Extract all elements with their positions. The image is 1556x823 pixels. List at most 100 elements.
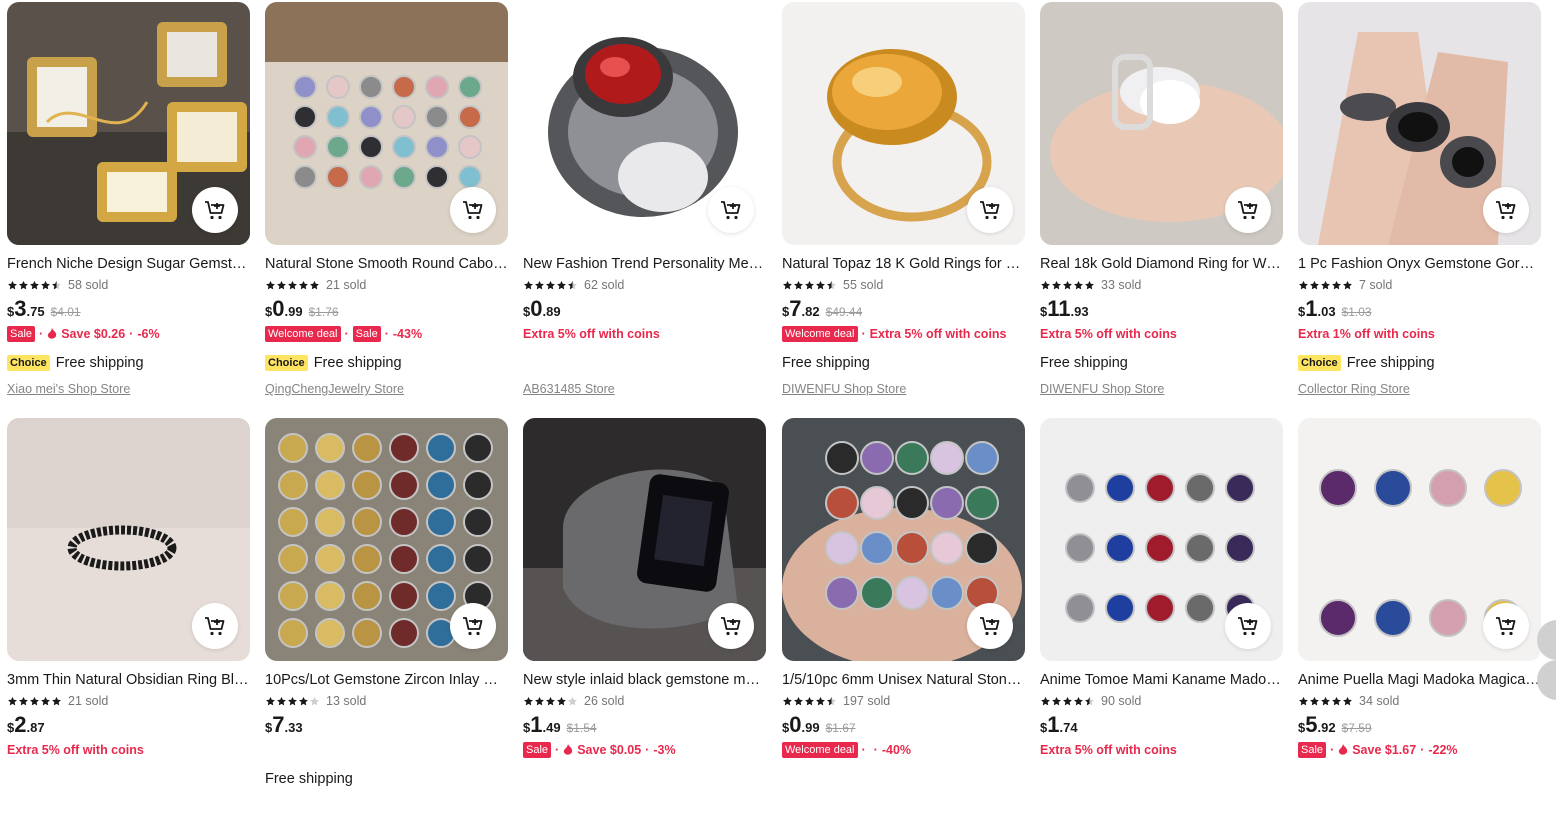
star-icon [1063, 696, 1072, 705]
promo-line: Sale · Save $1.67 · -22% [1298, 741, 1458, 759]
product-image[interactable] [1298, 2, 1541, 245]
sold-count: 21 sold [326, 278, 367, 292]
product-card[interactable]: Anime Puella Magi Madoka Magica Soul Gem… [1298, 418, 1541, 823]
star-rating [265, 696, 320, 707]
promo-line: Extra 1% off with coins [1298, 325, 1435, 343]
product-title[interactable]: Anime Puella Magi Madoka Magica Soul Gem… [1298, 671, 1541, 689]
price-decimal: .99 [801, 720, 820, 735]
product-card[interactable]: 1/5/10pc 6mm Unisex Natural Stone Rings … [782, 418, 1025, 823]
product-card[interactable]: New style inlaid black gemstone men's ri… [523, 418, 766, 823]
add-to-cart-button[interactable] [708, 603, 754, 649]
product-image[interactable] [782, 418, 1025, 661]
price-currency: $ [265, 304, 273, 319]
product-image[interactable] [1298, 418, 1541, 661]
sold-count: 62 sold [584, 278, 625, 292]
product-image[interactable] [1040, 2, 1283, 245]
product-image[interactable] [7, 2, 250, 245]
product-card[interactable]: Anime Tomoe Mami Kaname Madoka Ring Set … [1040, 418, 1283, 823]
product-title[interactable]: Real 18k Gold Diamond Ring for Women [1040, 255, 1283, 273]
add-to-cart-button[interactable] [450, 603, 496, 649]
add-to-cart-button[interactable] [1225, 603, 1271, 649]
promo-line: Sale · Save $0.26 · -6% [7, 325, 160, 343]
flame-icon [564, 744, 573, 755]
save-amount: Save $1.67 [1352, 743, 1417, 757]
product-card[interactable]: 3mm Thin Natural Obsidian Ring Black Bea… [7, 418, 250, 823]
product-card[interactable]: New Fashion Trend Personality Men's Ring… [523, 2, 766, 407]
star-icon [1074, 280, 1083, 289]
product-image[interactable] [265, 2, 508, 245]
price-decimal: .93 [1070, 304, 1089, 319]
product-card[interactable]: Natural Topaz 18 K Gold Rings for Women … [782, 2, 1025, 407]
product-image[interactable] [782, 2, 1025, 245]
price-currency: $ [782, 304, 790, 319]
product-card[interactable]: 10Pcs/Lot Gemstone Zircon Inlay Crystal … [265, 418, 508, 823]
product-title[interactable]: 10Pcs/Lot Gemstone Zircon Inlay Crystal … [265, 671, 508, 689]
store-link[interactable]: QingChengJewelry Store [265, 382, 404, 396]
star-rating [523, 696, 578, 707]
price-integer: 1 [530, 712, 543, 737]
star-icon [524, 280, 533, 289]
store-link[interactable]: Collector Ring Store [1298, 382, 1410, 396]
star-icon [1310, 696, 1319, 705]
separator-dot: · [1330, 743, 1335, 757]
star-icon [1343, 696, 1352, 705]
flame-icon [48, 328, 57, 339]
product-card[interactable]: French Niche Design Sugar Gemstone Rings… [7, 2, 250, 407]
store-link[interactable]: DIWENFU Shop Store [1040, 382, 1164, 396]
star-icon [52, 696, 61, 705]
price-integer: 2 [14, 712, 27, 737]
product-title[interactable]: New style inlaid black gemstone men's ri… [523, 671, 766, 689]
product-price: $ 5 .92 $7.59 [1298, 712, 1372, 738]
add-to-cart-button[interactable] [192, 187, 238, 233]
add-to-cart-button[interactable] [192, 603, 238, 649]
store-link[interactable]: Xiao mei's Shop Store [7, 382, 130, 396]
discount-percent: -6% [137, 327, 160, 341]
star-icon [546, 280, 555, 289]
add-to-cart-button[interactable] [1225, 187, 1271, 233]
product-title[interactable]: Anime Tomoe Mami Kaname Madoka Ring Set [1040, 671, 1283, 689]
star-icon [1041, 696, 1050, 705]
add-to-cart-icon [980, 617, 1000, 636]
star-rating [265, 280, 320, 291]
product-title[interactable]: French Niche Design Sugar Gemstone Rings [7, 255, 250, 273]
original-price: $7.59 [1341, 721, 1372, 735]
price-decimal: .74 [1059, 720, 1078, 735]
add-to-cart-button[interactable] [708, 187, 754, 233]
product-rating: 197 sold [782, 694, 890, 708]
star-icon [1074, 696, 1083, 705]
star-icon [266, 280, 275, 289]
product-title[interactable]: New Fashion Trend Personality Men's Ring [523, 255, 766, 273]
product-price: $ 0 .99 $1.76 [265, 296, 339, 322]
product-card[interactable]: 1 Pc Fashion Onyx Gemstone Gorgeous Ring… [1298, 2, 1541, 407]
original-price: $4.01 [50, 305, 81, 319]
store-link[interactable]: DIWENFU Shop Store [782, 382, 906, 396]
product-price: $ 1 .03 $1.03 [1298, 296, 1372, 322]
add-to-cart-icon [1496, 201, 1516, 220]
price-currency: $ [782, 720, 790, 735]
product-image[interactable] [523, 418, 766, 661]
add-to-cart-icon [463, 201, 483, 220]
star-icon [546, 696, 555, 705]
add-to-cart-button[interactable] [1483, 187, 1529, 233]
product-title[interactable]: 1 Pc Fashion Onyx Gemstone Gorgeous Ring [1298, 255, 1541, 273]
promo-line: Welcome deal · · -40% [782, 741, 911, 759]
price-integer: 0 [272, 296, 285, 321]
product-title[interactable]: Natural Stone Smooth Round Cabochon Ring… [265, 255, 508, 273]
product-card[interactable]: Real 18k Gold Diamond Ring for Women 33 … [1040, 2, 1283, 407]
product-title[interactable]: 1/5/10pc 6mm Unisex Natural Stone Rings [782, 671, 1025, 689]
product-card[interactable]: Natural Stone Smooth Round Cabochon Ring… [265, 2, 508, 407]
star-icon [557, 696, 566, 705]
add-to-cart-button[interactable] [1483, 603, 1529, 649]
product-image[interactable] [7, 418, 250, 661]
product-image[interactable] [523, 2, 766, 245]
product-title[interactable]: 3mm Thin Natural Obsidian Ring Black Bea… [7, 671, 250, 689]
store-link[interactable]: AB631485 Store [523, 382, 615, 396]
product-title[interactable]: Natural Topaz 18 K Gold Rings for Women [782, 255, 1025, 273]
add-to-cart-button[interactable] [450, 187, 496, 233]
product-image[interactable] [1040, 418, 1283, 661]
add-to-cart-button[interactable] [967, 187, 1013, 233]
price-currency: $ [1040, 720, 1048, 735]
product-image[interactable] [265, 418, 508, 661]
add-to-cart-button[interactable] [967, 603, 1013, 649]
sold-count: 58 sold [68, 278, 109, 292]
